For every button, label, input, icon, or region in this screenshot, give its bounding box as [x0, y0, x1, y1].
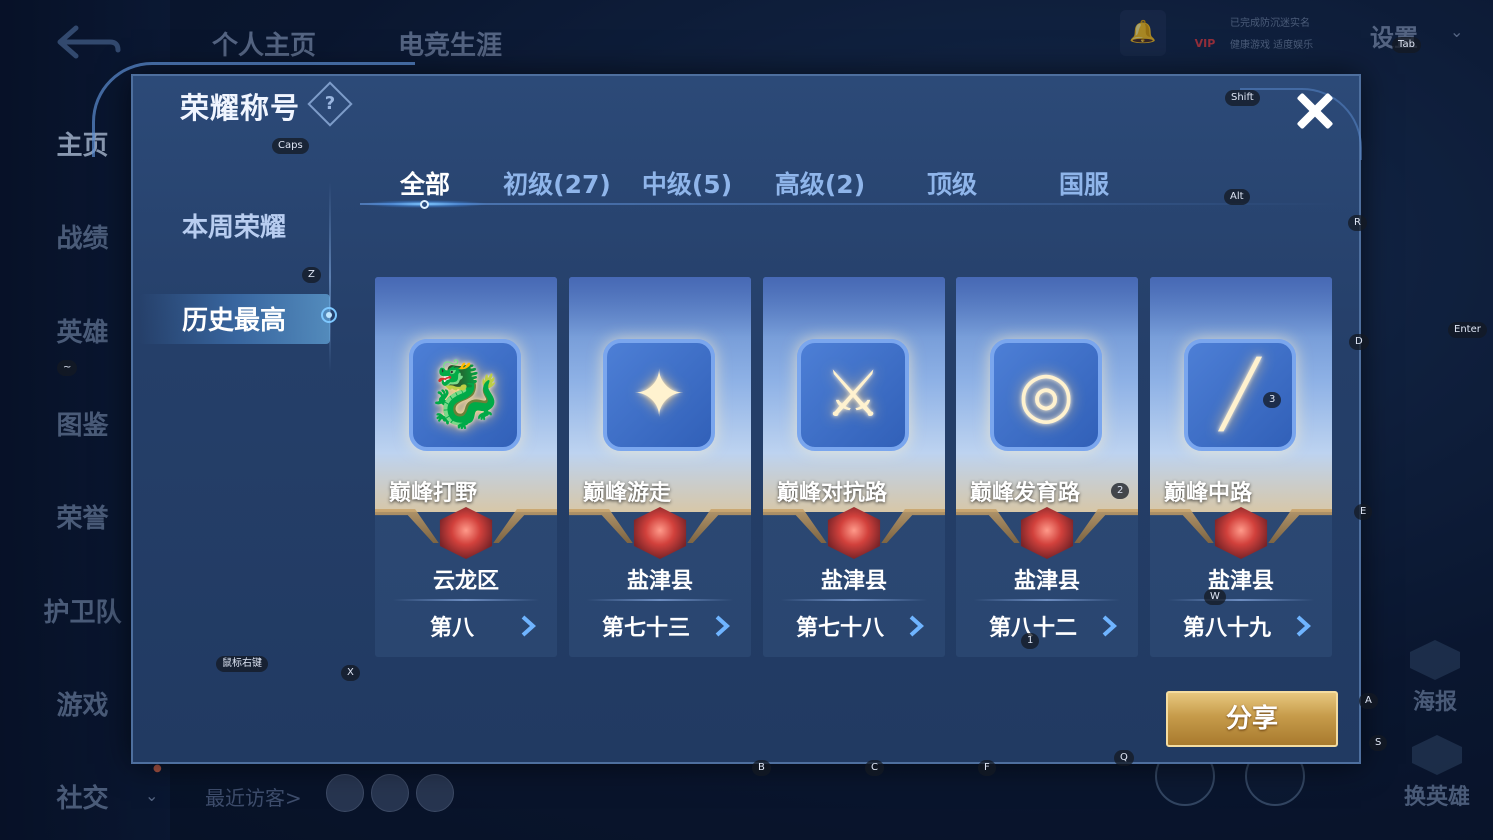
key-hint: X — [341, 665, 360, 681]
dragon-icon: 🐉 — [425, 358, 505, 432]
sidebar-divider — [329, 182, 331, 372]
key-hint: D — [1349, 334, 1369, 350]
dialog-title: 荣耀称号 — [180, 91, 301, 125]
card-divider — [974, 599, 1120, 601]
card-title-name: 巅峰游走 — [583, 481, 672, 506]
key-hint: 鼠标右键 — [216, 656, 268, 672]
key-hint: A — [1359, 693, 1378, 709]
key-hint: Enter — [1448, 322, 1487, 338]
tab-bar-line — [360, 203, 1340, 205]
key-hint: 2 — [1111, 483, 1130, 499]
sidebar-item-weekly[interactable]: 本周荣耀 — [182, 207, 286, 244]
key-hint: E — [1354, 504, 1373, 520]
chevron-right-icon[interactable] — [711, 615, 733, 637]
wings-icon: ✦ — [632, 358, 686, 432]
chevron-right-icon[interactable] — [1292, 615, 1314, 637]
card-title-name: 巅峰发育路 — [970, 481, 1081, 506]
rank-badge-icon — [1020, 507, 1074, 559]
title-card-roam[interactable]: ✦ 巅峰游走 盐津县 第七十三 — [569, 277, 751, 657]
card-divider — [1168, 599, 1314, 601]
card-region: 云龙区 — [432, 569, 499, 594]
rank-badge-icon — [827, 507, 881, 559]
key-hint: Alt — [1224, 189, 1250, 205]
title-card-mid-lane[interactable]: ╱ 巅峰中路 盐津县 第八十九 — [1150, 277, 1332, 657]
card-divider — [781, 599, 927, 601]
title-card-jungle[interactable]: 🐉 巅峰打野 云龙区 第八 — [375, 277, 557, 657]
share-button[interactable]: 分享 — [1166, 691, 1338, 747]
key-hint: 1 — [1021, 633, 1040, 649]
card-region: 盐津县 — [820, 569, 887, 594]
card-title-name: 巅峰中路 — [1164, 481, 1253, 506]
tab-top[interactable]: 顶级 — [887, 165, 1017, 201]
key-hint: Shift — [1225, 90, 1260, 106]
card-rank: 第八十九 — [1182, 616, 1271, 641]
tab-intermediate[interactable]: 中级(5) — [622, 165, 752, 201]
card-divider — [393, 599, 539, 601]
key-hint: S — [1369, 735, 1388, 751]
card-divider — [587, 599, 733, 601]
card-rank: 第七十八 — [795, 616, 884, 641]
title-card-farm-lane[interactable]: ◎ 巅峰发育路 盐津县 第八十二 — [956, 277, 1138, 657]
rank-badge-icon — [633, 507, 687, 559]
key-hint: R — [1348, 215, 1367, 231]
card-title-name: 巅峰对抗路 — [777, 481, 888, 506]
tab-all[interactable]: 全部 — [360, 165, 490, 201]
active-indicator-dot — [321, 307, 337, 323]
sidebar-item-history-best[interactable]: 历史最高 — [182, 300, 286, 337]
key-hint: Tab — [1392, 37, 1421, 53]
card-region: 盐津县 — [1013, 569, 1080, 594]
rank-badge-icon — [439, 507, 493, 559]
crossed-swords-icon: ⚔ — [824, 358, 882, 432]
key-hint: Caps — [272, 138, 309, 154]
key-hint: Q — [1114, 750, 1134, 766]
card-rank: 第七十三 — [601, 616, 690, 641]
rank-badge-icon — [1214, 507, 1268, 559]
tab-beginner[interactable]: 初级(27) — [492, 165, 622, 201]
key-hint: 3 — [1263, 392, 1282, 408]
title-card-clash-lane[interactable]: ⚔ 巅峰对抗路 盐津县 第七十八 — [763, 277, 945, 657]
tab-advanced[interactable]: 高级(2) — [755, 165, 885, 201]
target-icon: ◎ — [1018, 358, 1074, 432]
chevron-right-icon[interactable] — [905, 615, 927, 637]
chevron-right-icon[interactable] — [1098, 615, 1120, 637]
card-region: 盐津县 — [626, 569, 693, 594]
active-tab-dot — [420, 200, 429, 209]
card-rank: 第八 — [429, 616, 474, 641]
help-symbol: ? — [324, 93, 336, 114]
chevron-right-icon[interactable] — [517, 615, 539, 637]
tab-national[interactable]: 国服 — [1019, 165, 1149, 201]
card-region: 盐津县 — [1207, 569, 1274, 594]
key-hint: C — [865, 760, 884, 776]
key-hint: W — [1204, 589, 1226, 605]
card-title-name: 巅峰打野 — [389, 481, 478, 506]
key-hint: B — [752, 760, 771, 776]
key-hint: Z — [302, 267, 321, 283]
key-hint: ~ — [57, 360, 78, 376]
close-icon[interactable] — [1290, 86, 1340, 136]
key-hint: F — [978, 760, 996, 776]
